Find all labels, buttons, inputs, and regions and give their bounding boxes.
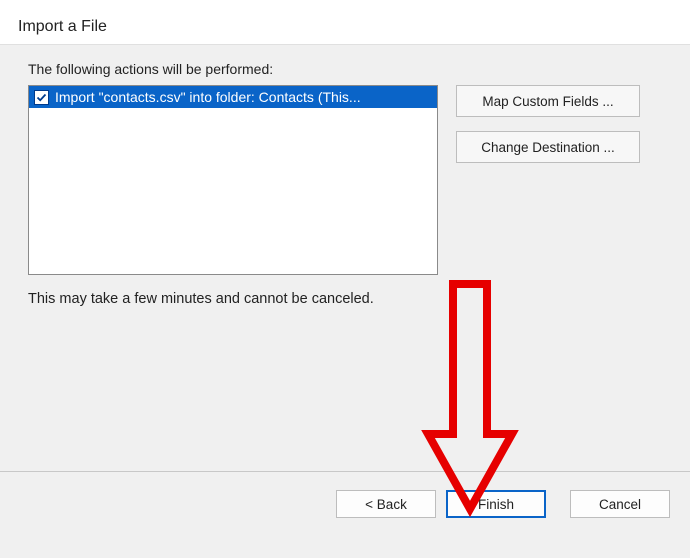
finish-button[interactable]: Finish [446, 490, 546, 518]
dialog-content: The following actions will be performed:… [0, 45, 690, 471]
checkbox-icon[interactable] [34, 90, 49, 105]
intro-text: The following actions will be performed: [28, 61, 672, 77]
import-file-dialog: Import a File The following actions will… [0, 0, 690, 558]
dialog-footer: < Back Finish Cancel [0, 471, 690, 558]
actions-listbox[interactable]: Import "contacts.csv" into folder: Conta… [28, 85, 438, 275]
dialog-header: Import a File [0, 0, 690, 45]
list-item[interactable]: Import "contacts.csv" into folder: Conta… [29, 86, 437, 108]
dialog-title: Import a File [18, 18, 672, 36]
side-buttons: Map Custom Fields ... Change Destination… [456, 85, 640, 163]
back-button[interactable]: < Back [336, 490, 436, 518]
note-text: This may take a few minutes and cannot b… [28, 291, 672, 307]
nav-group: < Back Finish [336, 490, 546, 518]
change-destination-button[interactable]: Change Destination ... [456, 131, 640, 163]
map-custom-fields-button[interactable]: Map Custom Fields ... [456, 85, 640, 117]
cancel-button[interactable]: Cancel [570, 490, 670, 518]
main-row: Import "contacts.csv" into folder: Conta… [28, 85, 672, 275]
list-item-label: Import "contacts.csv" into folder: Conta… [55, 89, 361, 105]
